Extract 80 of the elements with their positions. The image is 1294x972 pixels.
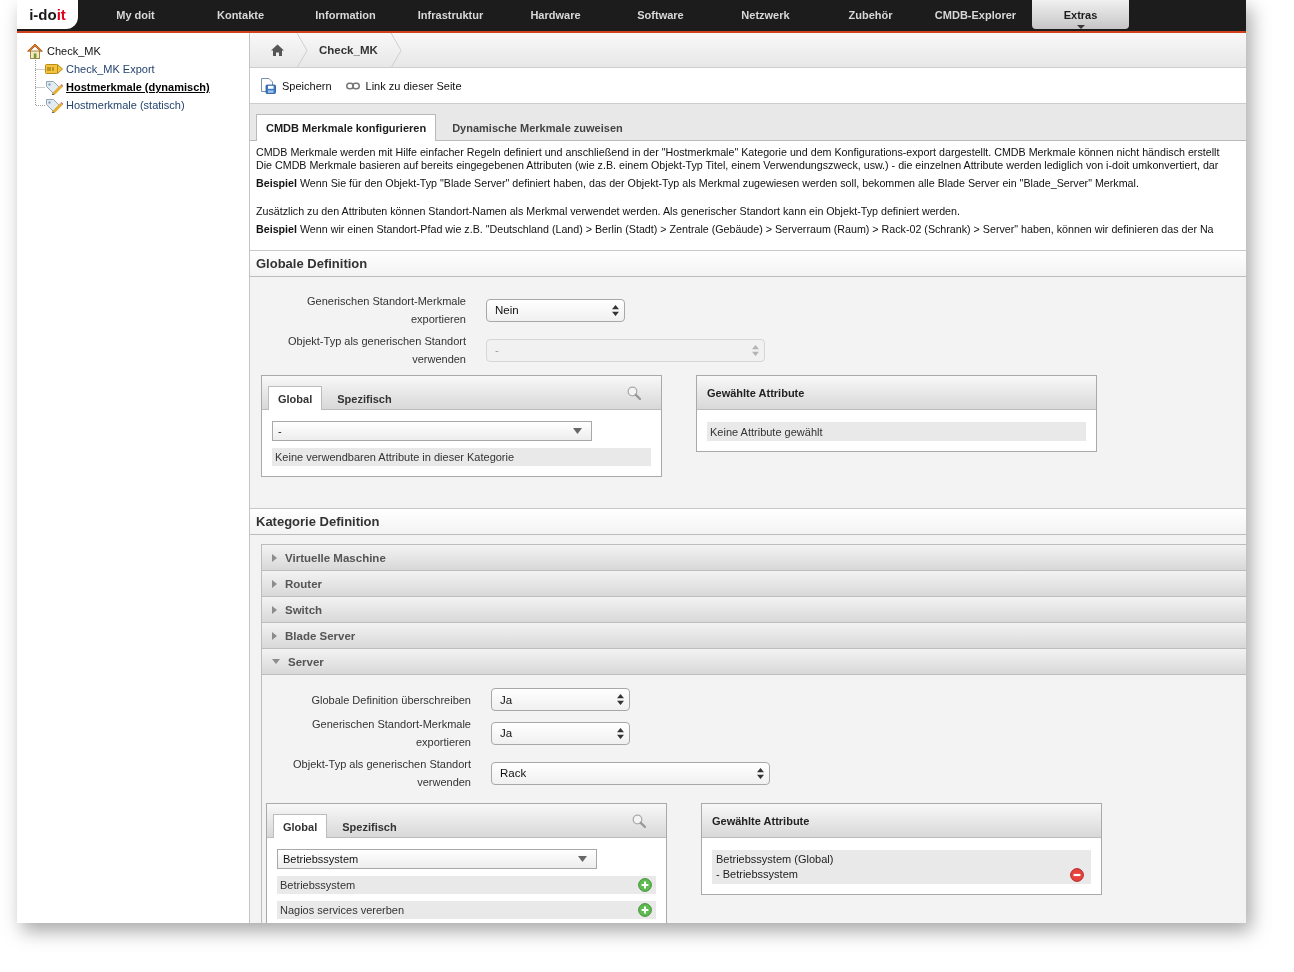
tree-item[interactable]: Check_MK Export <box>66 63 155 75</box>
nav-item[interactable]: Extras <box>1032 0 1129 29</box>
tree-item[interactable]: Hostmerkmale (statisch) <box>66 99 185 111</box>
attribute-label: Betriebssystem (Global) <box>716 852 834 867</box>
link-icon <box>345 81 360 90</box>
nav-item[interactable]: My doit <box>87 0 184 29</box>
accordion-header[interactable]: Router <box>262 571 1246 597</box>
description-text: Beispiel Wenn wir einen Standort-Pfad wie z.B. "Deutschland (Land) > Berlin (Stadt) > Zentrale (Gebäude) > Serverraum (Raum) > Rack-02 (Schrank) > Server" haben, können wir definieren das der Na <box>256 223 1214 236</box>
picker-tab[interactable]: Spezifisch <box>332 814 407 838</box>
search-icon[interactable] <box>632 813 646 828</box>
picker-tab[interactable]: Spezifisch <box>327 386 402 410</box>
dropdown-arrows-icon <box>752 344 759 356</box>
tree-item[interactable]: Hostmerkmale (dynamisch) <box>66 81 210 93</box>
dropdown-arrows-icon <box>757 767 764 779</box>
field-label: Objekt-Typ als generischen Standort verwenden <box>287 334 466 367</box>
plus-circle-icon[interactable] <box>638 903 652 917</box>
accordion-header[interactable]: Switch <box>262 597 1246 623</box>
attribute-dropdown[interactable]: Betriebssystem <box>277 849 597 869</box>
section-header: Globale Definition <box>250 250 1246 277</box>
picker-tab[interactable]: Global <box>273 814 328 838</box>
tree-item[interactable]: Check_MK <box>47 45 101 57</box>
accordion-header[interactable]: Blade Server <box>262 623 1246 649</box>
nav-item[interactable]: Infrastruktur <box>402 0 499 29</box>
field-label: Objekt-Typ als generischen Standort verwenden <box>292 757 471 790</box>
nav-item[interactable]: Netzwerk <box>717 0 814 29</box>
dropdown-field[interactable]: Rack <box>491 761 770 785</box>
section-header: Kategorie Definition <box>250 508 1246 535</box>
logo: i-doit <box>17 0 78 29</box>
attribute-list-item[interactable]: Nagios services vererben <box>277 901 656 919</box>
nav-item[interactable]: Software <box>612 0 709 29</box>
caret-right-icon <box>272 553 277 562</box>
caret-right-icon <box>272 605 277 614</box>
tab[interactable]: Dynamische Merkmale zuweisen <box>442 114 633 141</box>
search-icon[interactable] <box>627 385 641 400</box>
tab[interactable]: CMDB Merkmale konfigurieren <box>256 114 437 141</box>
home-icon[interactable] <box>271 44 284 56</box>
tag-pencil-icon <box>45 97 63 113</box>
field-label: Generischen Standort-Merkmale exportieren <box>311 717 471 750</box>
tag-pencil-icon <box>45 79 63 95</box>
description-text: Beispiel Wenn Sie für den Objekt-Typ "Blade Server" definiert haben, das der Objekt-Typ als Merkmal zugewiesen werden soll, bekommen alle Blade Server ein "Blade_Server" Merkmal. <box>256 177 1139 190</box>
house-icon <box>27 43 43 59</box>
plus-circle-icon[interactable] <box>638 878 652 892</box>
attribute-detail: - Betriebssystem <box>716 867 799 882</box>
caret-down-icon <box>573 428 582 434</box>
breadcrumb-item[interactable]: Check_MK <box>319 44 378 56</box>
tree-connector <box>35 60 45 78</box>
panel-title: Gewählte Attribute <box>706 386 805 399</box>
save-icon <box>260 77 276 94</box>
accordion-header[interactable]: Server <box>262 649 1246 675</box>
nav-item[interactable]: Kontakte <box>192 0 289 29</box>
nav-item[interactable]: Information <box>297 0 394 29</box>
dropdown-arrows-icon <box>612 304 619 316</box>
description-text: CMDB Merkmale werden mit Hilfe einfacher Regeln definiert und anschließend in der "Hostmerkmale" Kategorie und dem Konfigurations-export dargestellt. CMDB Merkmale können nicht händisch erstellt <box>256 146 1220 159</box>
attribute-list-item[interactable]: Betriebssystem <box>277 876 656 894</box>
dropdown-field[interactable]: Ja <box>491 688 630 711</box>
attribute-dropdown[interactable]: - <box>272 421 592 441</box>
picker-tab[interactable]: Global <box>268 386 323 410</box>
nav-item[interactable]: Hardware <box>507 0 604 29</box>
empty-message: Keine Attribute gewählt <box>707 422 1086 441</box>
caret-right-icon <box>272 579 277 588</box>
label-arrow-icon <box>45 63 63 75</box>
caret-right-icon <box>272 631 277 640</box>
description-text: Die CMDB Merkmale basieren auf bereits eingegebenen Attributen (wie z.B. einem Objekt-Typ Titel, einem Verwendungszweck, usw.) - die einzelnen Attribute werden lediglich von i-doit umkonvertiert, dar <box>256 159 1219 172</box>
link-button[interactable]: Link zu dieser Seite <box>345 77 462 94</box>
field-label: Generischen Standort-Merkmale exportieren <box>306 294 466 327</box>
nav-item[interactable]: CMDB-Explorer <box>927 0 1024 29</box>
nav-item[interactable]: Zubehör <box>822 0 919 29</box>
dropdown-arrows-icon <box>617 694 624 705</box>
dropdown-field[interactable]: Ja <box>491 721 630 745</box>
description-text: Zusätzlich zu den Attributen können Standort-Namen als Merkmal verwendet werden. Als generischer Standort kann ein Objekt-Typ definiert werden. <box>256 205 960 218</box>
dropdown-arrows-icon <box>617 727 624 739</box>
caret-down-icon <box>272 659 280 664</box>
field-label: Globale Definition überschreiben <box>310 692 471 708</box>
save-button[interactable]: Speichern <box>260 75 332 96</box>
accordion-header[interactable]: Virtuelle Maschine <box>262 545 1246 571</box>
panel-title: Gewählte Attribute <box>711 814 810 827</box>
empty-message: Keine verwendbaren Attribute in dieser Kategorie <box>272 448 651 466</box>
caret-down-icon <box>578 856 587 862</box>
minus-circle-icon[interactable] <box>1070 868 1084 882</box>
dropdown-field[interactable]: Nein <box>486 298 625 322</box>
